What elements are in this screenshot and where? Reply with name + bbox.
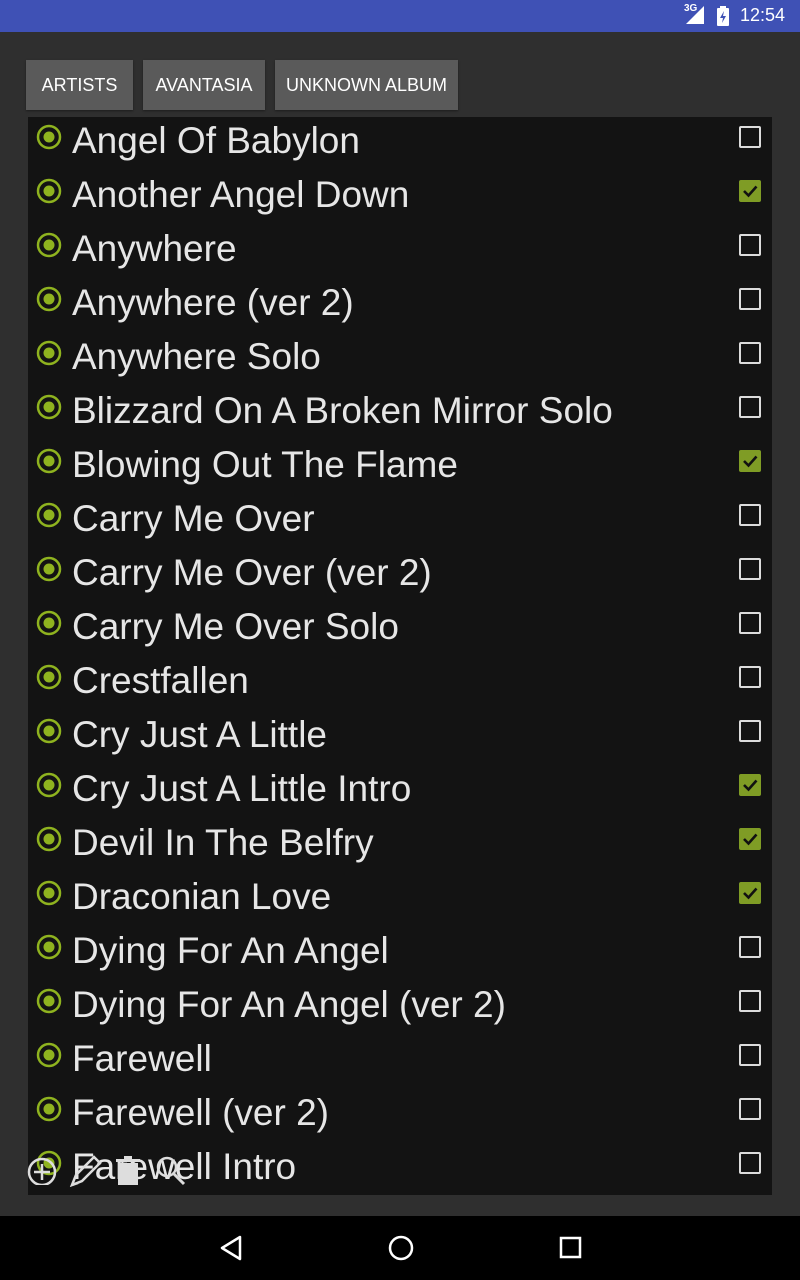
clock: 12:54 [740, 5, 786, 25]
track-row[interactable]: Draconian Love [28, 873, 772, 927]
track-checkbox[interactable] [739, 288, 761, 310]
radio-icon[interactable] [36, 718, 62, 744]
track-checkbox[interactable] [739, 180, 761, 202]
track-title: Devil In The Belfry [72, 822, 374, 863]
radio-icon[interactable] [36, 448, 62, 474]
track-checkbox[interactable] [739, 720, 761, 742]
track-checkbox[interactable] [739, 504, 761, 526]
track-row[interactable]: Carry Me Over (ver 2) [28, 549, 772, 603]
radio-icon[interactable] [36, 556, 62, 582]
track-title: Cry Just A Little Intro [72, 768, 412, 809]
track-title: Draconian Love [72, 876, 332, 917]
delete-icon[interactable] [114, 1153, 142, 1191]
track-title: Blowing Out The Flame [72, 444, 458, 485]
track-row[interactable]: Dying For An Angel [28, 927, 772, 981]
track-row[interactable]: Anywhere (ver 2) [28, 279, 772, 333]
track-title: Blizzard On A Broken Mirror Solo [72, 390, 613, 431]
track-row[interactable]: Cry Just A Little [28, 711, 772, 765]
home-icon[interactable] [387, 1234, 415, 1266]
track-checkbox[interactable] [739, 990, 761, 1012]
radio-icon[interactable] [36, 1042, 62, 1068]
track-checkbox[interactable] [739, 1098, 761, 1120]
track-row[interactable]: Blizzard On A Broken Mirror Solo [28, 387, 772, 441]
radio-icon[interactable] [36, 340, 62, 366]
track-checkbox[interactable] [739, 612, 761, 634]
track-row[interactable]: Dying For An Angel (ver 2) [28, 981, 772, 1035]
track-checkbox[interactable] [739, 234, 761, 256]
track-title: Carry Me Over Solo [72, 606, 399, 647]
track-checkbox[interactable] [739, 1044, 761, 1066]
radio-icon[interactable] [36, 178, 62, 204]
track-row[interactable]: Crestfallen [28, 657, 772, 711]
radio-icon[interactable] [36, 826, 62, 852]
breadcrumb-artists[interactable]: ARTISTS [26, 60, 133, 110]
track-checkbox[interactable] [739, 882, 761, 904]
track-checkbox[interactable] [739, 1152, 761, 1174]
track-row[interactable]: Another Angel Down [28, 171, 772, 225]
radio-icon[interactable] [36, 232, 62, 258]
radio-icon[interactable] [36, 502, 62, 528]
track-title: Another Angel Down [72, 174, 410, 215]
track-title: Crestfallen [72, 660, 249, 701]
track-checkbox[interactable] [739, 774, 761, 796]
add-icon[interactable] [26, 1153, 58, 1189]
track-title: Anywhere Solo [72, 336, 321, 377]
track-title: Farewell (ver 2) [72, 1092, 329, 1133]
track-title: Anywhere [72, 228, 237, 269]
radio-icon[interactable] [36, 934, 62, 960]
search-icon[interactable] [154, 1153, 188, 1191]
track-row[interactable]: Cry Just A Little Intro [28, 765, 772, 819]
edit-icon[interactable] [68, 1153, 102, 1191]
track-checkbox[interactable] [739, 936, 761, 958]
track-checkbox[interactable] [739, 666, 761, 688]
track-list[interactable]: Angel Of Babylon Another Angel Down Anywhe… [28, 117, 772, 1195]
track-title: Cry Just A Little [72, 714, 327, 755]
track-title: Dying For An Angel (ver 2) [72, 984, 506, 1025]
track-row[interactable]: Anywhere Solo [28, 333, 772, 387]
track-title: Angel Of Babylon [72, 120, 360, 161]
track-checkbox[interactable] [739, 828, 761, 850]
radio-icon[interactable] [36, 610, 62, 636]
track-checkbox[interactable] [739, 396, 761, 418]
track-row[interactable]: Devil In The Belfry [28, 819, 772, 873]
track-row[interactable]: Anywhere [28, 225, 772, 279]
track-checkbox[interactable] [739, 450, 761, 472]
track-title: Farewell [72, 1038, 212, 1079]
track-title: Dying For An Angel [72, 930, 389, 971]
radio-icon[interactable] [36, 394, 62, 420]
track-checkbox[interactable] [739, 558, 761, 580]
track-row[interactable]: Blowing Out The Flame [28, 441, 772, 495]
track-title: Anywhere (ver 2) [72, 282, 354, 323]
back-icon[interactable] [218, 1234, 244, 1266]
radio-icon[interactable] [36, 772, 62, 798]
radio-icon[interactable] [36, 286, 62, 312]
track-row[interactable]: Carry Me Over Solo [28, 603, 772, 657]
track-row[interactable]: Carry Me Over [28, 495, 772, 549]
track-title: Carry Me Over [72, 498, 315, 539]
radio-icon[interactable] [36, 1096, 62, 1122]
track-row[interactable]: Farewell (ver 2) [28, 1089, 772, 1143]
track-title: Carry Me Over (ver 2) [72, 552, 432, 593]
breadcrumb-album[interactable]: UNKNOWN ALBUM [275, 60, 458, 110]
recents-icon[interactable] [558, 1234, 584, 1266]
radio-icon[interactable] [36, 988, 62, 1014]
track-row[interactable]: Angel Of Babylon [28, 117, 772, 171]
track-row[interactable]: Farewell [28, 1035, 772, 1089]
track-checkbox[interactable] [739, 126, 761, 148]
breadcrumb-artist[interactable]: AVANTASIA [143, 60, 265, 110]
status-bar: 3G 12:54 [0, 0, 800, 32]
bottom-toolbar [26, 1153, 196, 1193]
signal-icon [684, 6, 706, 28]
track-checkbox[interactable] [739, 342, 761, 364]
radio-icon[interactable] [36, 664, 62, 690]
battery-charging-icon [717, 6, 729, 30]
navigation-bar [0, 1216, 800, 1280]
radio-icon[interactable] [36, 124, 62, 150]
radio-icon[interactable] [36, 880, 62, 906]
